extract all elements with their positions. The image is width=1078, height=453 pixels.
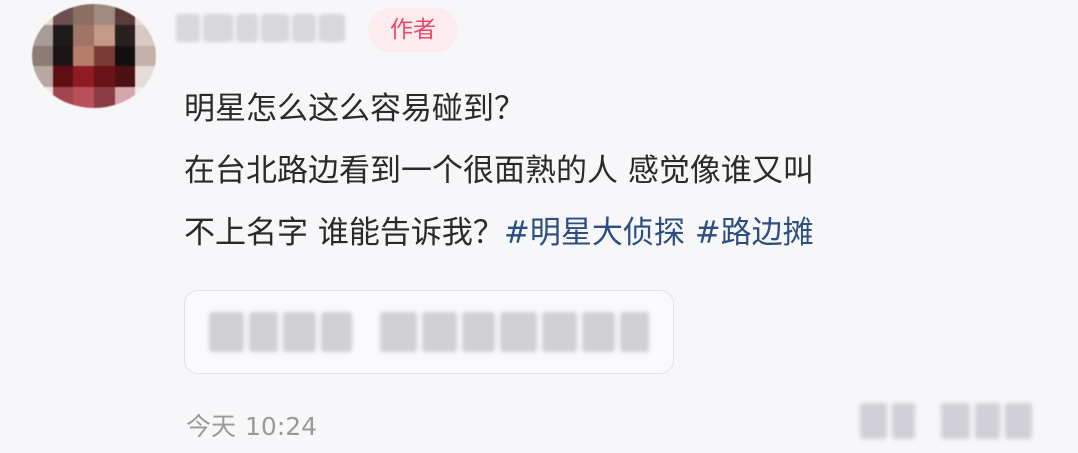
avatar[interactable] bbox=[32, 4, 156, 108]
linked-card-content-redacted bbox=[209, 309, 650, 355]
linked-card-redacted[interactable] bbox=[184, 290, 674, 374]
timestamp-time: 10:24 bbox=[245, 412, 318, 441]
comment-actions-redacted[interactable] bbox=[860, 396, 1032, 446]
username-redacted[interactable] bbox=[176, 8, 348, 48]
comment-line-1: 明星怎么这么容易碰到？ bbox=[184, 91, 525, 127]
comment-timestamp: 今天 10:24 bbox=[186, 405, 317, 449]
comment-line-3-text: 不上名字 谁能告诉我？ bbox=[184, 215, 504, 251]
timestamp-date: 今天 bbox=[186, 412, 237, 441]
comment-text: 明星怎么这么容易碰到？ 在台北路边看到一个很面熟的人 感觉像谁又叫 不上名字 谁… bbox=[184, 78, 1064, 264]
comment-line-2: 在台北路边看到一个很面熟的人 感觉像谁又叫 bbox=[184, 153, 814, 189]
hashtag-mingxing-dazhentan[interactable]: #明星大侦探 bbox=[504, 215, 685, 251]
comment-line-3: 不上名字 谁能告诉我？#明星大侦探 #路边摊 bbox=[184, 202, 1064, 264]
hashtag-lubiantan[interactable]: #路边摊 bbox=[695, 215, 814, 251]
author-badge: 作者 bbox=[368, 8, 458, 52]
